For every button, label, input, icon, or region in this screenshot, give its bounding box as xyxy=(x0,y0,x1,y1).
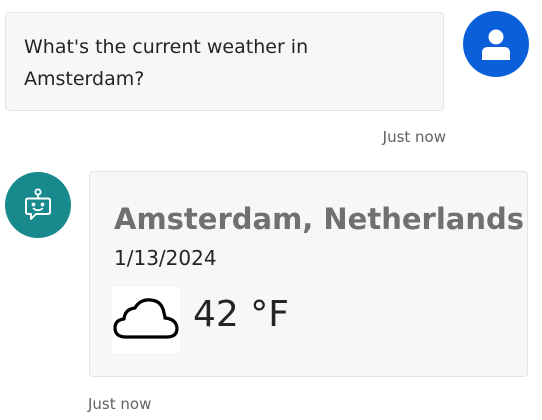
card-temperature: 42 °F xyxy=(193,294,289,335)
user-message-bubble: What's the current weather in Amsterdam? xyxy=(5,12,444,111)
user-message-text: What's the current weather in Amsterdam? xyxy=(24,36,309,90)
bot-avatar xyxy=(5,172,71,238)
user-message-timestamp: Just now xyxy=(382,128,446,146)
card-date: 1/13/2024 xyxy=(114,246,217,270)
card-city: Amsterdam, Netherlands xyxy=(114,202,525,236)
user-avatar xyxy=(463,11,529,77)
bot-message-timestamp: Just now xyxy=(88,395,152,413)
person-icon xyxy=(482,29,510,60)
weather-card: Amsterdam, Netherlands 1/13/2024 42 °F xyxy=(89,171,528,377)
bot-icon xyxy=(25,188,51,220)
weather-icon-box xyxy=(112,287,180,353)
cloud-icon xyxy=(113,298,179,339)
